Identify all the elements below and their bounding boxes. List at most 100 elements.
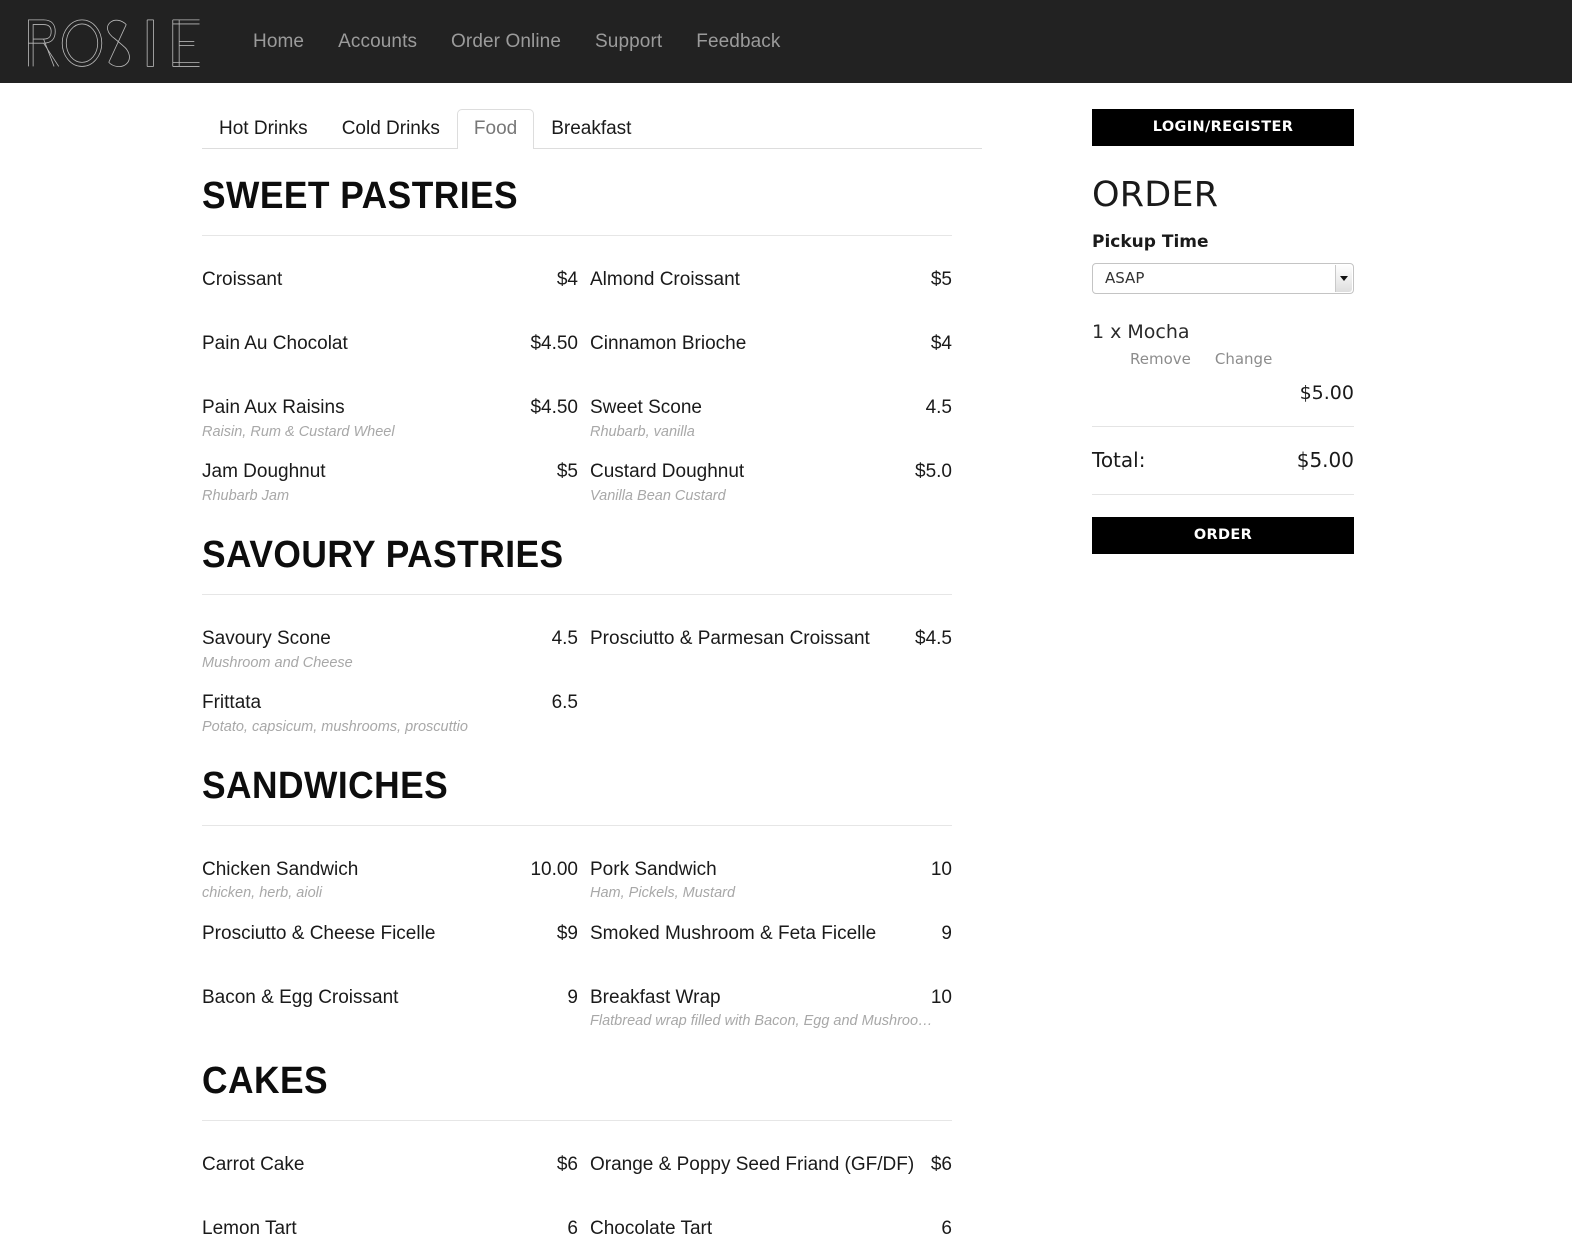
menu-item-name: Carrot Cake bbox=[202, 1153, 305, 1175]
menu-item[interactable]: Sweet Scone 4.5 Rhubarb, vanilla bbox=[590, 378, 952, 442]
chevron-down-icon[interactable] bbox=[1335, 264, 1352, 292]
menu-item[interactable]: Prosciutto & Cheese Ficelle $9 bbox=[202, 904, 590, 968]
menu-item[interactable]: Carrot Cake $6 bbox=[202, 1135, 590, 1199]
menu-item-name: Chicken Sandwich bbox=[202, 858, 359, 880]
order-sidebar: LOGIN/REGISTER ORDER Pickup Time ASAP 1 … bbox=[984, 105, 1364, 554]
menu-item[interactable]: Pork Sandwich 10 Ham, Pickels, Mustard bbox=[590, 840, 952, 904]
page-body: Hot Drinks Cold Drinks Food Breakfast SW… bbox=[0, 83, 1572, 1239]
order-heading: ORDER bbox=[1092, 175, 1219, 215]
login-register-button[interactable]: LOGIN/REGISTER bbox=[1092, 109, 1354, 146]
menu-item-description: chicken, herb, aioli bbox=[202, 885, 323, 902]
menu-item-line: Sweet Scone 4.5 bbox=[590, 396, 952, 420]
tab-cold-drinks[interactable]: Cold Drinks bbox=[325, 109, 457, 149]
tab-hot-drinks[interactable]: Hot Drinks bbox=[202, 109, 325, 149]
menu-item-line: Custard Doughnut $5.0 bbox=[590, 460, 952, 484]
remove-item-link[interactable]: Remove bbox=[1130, 350, 1191, 368]
menu-item[interactable]: Custard Doughnut $5.0 Vanilla Bean Custard bbox=[590, 442, 952, 506]
menu-item-name: Pain Aux Raisins bbox=[202, 396, 345, 418]
menu-item-price: 10 bbox=[930, 986, 952, 1008]
menu-item[interactable]: Chocolate Tart 6 bbox=[590, 1199, 952, 1239]
order-total-row: Total: $5.00 bbox=[1092, 448, 1354, 472]
menu-item-price: 4.5 bbox=[925, 396, 952, 418]
menu-item-description: Rhubarb, vanilla bbox=[590, 423, 695, 440]
menu-item[interactable]: Jam Doughnut $5 Rhubarb Jam bbox=[202, 442, 590, 506]
menu-item-name: Jam Doughnut bbox=[202, 460, 326, 482]
change-item-link[interactable]: Change bbox=[1215, 350, 1272, 368]
menu-item-description bbox=[202, 356, 554, 359]
menu-item[interactable]: Smoked Mushroom & Feta Ficelle 9 bbox=[590, 904, 952, 968]
tab-food[interactable]: Food bbox=[456, 109, 535, 149]
menu-item-price: $5 bbox=[930, 268, 952, 290]
menu-item-description bbox=[590, 691, 942, 694]
menu-item-price: $6 bbox=[556, 1153, 578, 1175]
menu-item-description: Rhubarb Jam bbox=[202, 487, 290, 504]
menu-item-description bbox=[202, 945, 554, 948]
menu-item-line: Bacon & Egg Croissant 9 bbox=[202, 986, 590, 1010]
menu-item[interactable]: Pain Au Chocolat $4.50 bbox=[202, 314, 590, 378]
menu-item-line: Jam Doughnut $5 bbox=[202, 460, 590, 484]
nav-link-feedback[interactable]: Feedback bbox=[679, 31, 797, 53]
menu-item-name: Almond Croissant bbox=[590, 268, 740, 290]
menu-item-price: $4.50 bbox=[530, 332, 578, 354]
menu-item-line: Prosciutto & Cheese Ficelle $9 bbox=[202, 922, 590, 946]
menu-item-name: Lemon Tart bbox=[202, 1217, 297, 1239]
menu-item-description: Flatbread wrap filled with Bacon, Egg an… bbox=[590, 1013, 933, 1030]
menu-item[interactable]: Cinnamon Brioche $4 bbox=[590, 314, 952, 378]
menu-item-line: Smoked Mushroom & Feta Ficelle 9 bbox=[590, 922, 952, 946]
menu-section: CAKES Carrot Cake $6 Orange & Poppy Seed Fr… bbox=[202, 1032, 984, 1239]
cart-divider-top bbox=[1092, 425, 1354, 427]
menu-item-price: $4.50 bbox=[530, 396, 578, 418]
menu-item[interactable]: Breakfast Wrap 10 Flatbread wrap filled wi… bbox=[590, 968, 952, 1032]
menu-item[interactable]: Croissant $4 bbox=[202, 250, 590, 314]
menu-sections: SWEET PASTRIES Croissant $4 Almond Croissan… bbox=[202, 149, 984, 1239]
menu-item-name: Orange & Poppy Seed Friand (GF/DF) bbox=[590, 1153, 915, 1175]
menu-item-name: Sweet Scone bbox=[590, 396, 702, 418]
menu-item-price: $4 bbox=[556, 268, 578, 290]
pickup-time-select[interactable]: ASAP bbox=[1092, 262, 1354, 294]
menu-item-name: Prosciutto & Cheese Ficelle bbox=[202, 922, 436, 944]
menu-item-line: Croissant $4 bbox=[202, 268, 590, 292]
nav-link-order-online[interactable]: Order Online bbox=[434, 31, 578, 53]
menu-item-name: Chocolate Tart bbox=[590, 1217, 713, 1239]
menu-item-name: Bacon & Egg Croissant bbox=[202, 986, 399, 1008]
menu-section: SWEET PASTRIES Croissant $4 Almond Croissan… bbox=[202, 149, 984, 506]
tab-breakfast[interactable]: Breakfast bbox=[534, 109, 648, 149]
menu-tabs: Hot Drinks Cold Drinks Food Breakfast bbox=[202, 105, 982, 149]
menu-item-line: Pain Au Chocolat $4.50 bbox=[202, 332, 590, 356]
menu-item-line: Prosciutto & Parmesan Croissant $4.5 bbox=[590, 627, 952, 651]
menu-item-name: Pain Au Chocolat bbox=[202, 332, 348, 354]
nav-link-home[interactable]: Home bbox=[236, 31, 321, 53]
section-title: SWEET PASTRIES bbox=[202, 175, 519, 217]
menu-item[interactable] bbox=[590, 673, 952, 737]
menu-item[interactable]: Chicken Sandwich 10.00 chicken, herb, aiol… bbox=[202, 840, 590, 904]
rosie-wordmark-logo[interactable] bbox=[18, 12, 210, 72]
nav-link-support[interactable]: Support bbox=[578, 31, 679, 53]
menu-item-price: $4 bbox=[930, 332, 952, 354]
menu-item-grid: Savoury Scone 4.5 Mushroom and Cheese Prosc… bbox=[202, 595, 984, 737]
menu-section: SANDWICHES Chicken Sandwich 10.00 chicken, … bbox=[202, 737, 984, 1032]
menu-item[interactable]: Almond Croissant $5 bbox=[590, 250, 952, 314]
total-label: Total: bbox=[1092, 447, 1146, 472]
menu-item[interactable]: Orange & Poppy Seed Friand (GF/DF) $6 bbox=[590, 1135, 952, 1199]
menu-item[interactable]: Prosciutto & Parmesan Croissant $4.5 bbox=[590, 609, 952, 673]
menu-item[interactable]: Frittata 6.5 Potato, capsicum, mushrooms, … bbox=[202, 673, 590, 737]
order-button[interactable]: ORDER bbox=[1092, 516, 1354, 554]
menu-item-grid: Chicken Sandwich 10.00 chicken, herb, aiol… bbox=[202, 826, 984, 1032]
menu-item-line: Chocolate Tart 6 bbox=[590, 1217, 952, 1239]
menu-item-description: Raisin, Rum & Custard Wheel bbox=[202, 423, 395, 440]
nav-link-accounts[interactable]: Accounts bbox=[321, 31, 434, 53]
menu-item-name: Custard Doughnut bbox=[590, 460, 745, 482]
menu-item[interactable]: Savoury Scone 4.5 Mushroom and Cheese bbox=[202, 609, 590, 673]
menu-item-description bbox=[202, 1009, 554, 1012]
menu-item-line: Chicken Sandwich 10.00 bbox=[202, 858, 590, 882]
menu-item[interactable]: Pain Aux Raisins $4.50 Raisin, Rum & Custa… bbox=[202, 378, 590, 442]
menu-item-line: Lemon Tart 6 bbox=[202, 1217, 590, 1239]
menu-item-price: $5.0 bbox=[915, 460, 952, 482]
menu-item-price: 6 bbox=[567, 1217, 578, 1239]
total-value: $5.00 bbox=[1296, 447, 1354, 472]
menu-item[interactable]: Bacon & Egg Croissant 9 bbox=[202, 968, 590, 1032]
menu-item[interactable]: Lemon Tart 6 bbox=[202, 1199, 590, 1239]
pickup-time-label: Pickup Time bbox=[1092, 231, 1209, 252]
menu-item-description: Ham, Pickels, Mustard bbox=[590, 885, 736, 902]
main-nav: Home Accounts Order Online Support Feedb… bbox=[236, 31, 798, 53]
